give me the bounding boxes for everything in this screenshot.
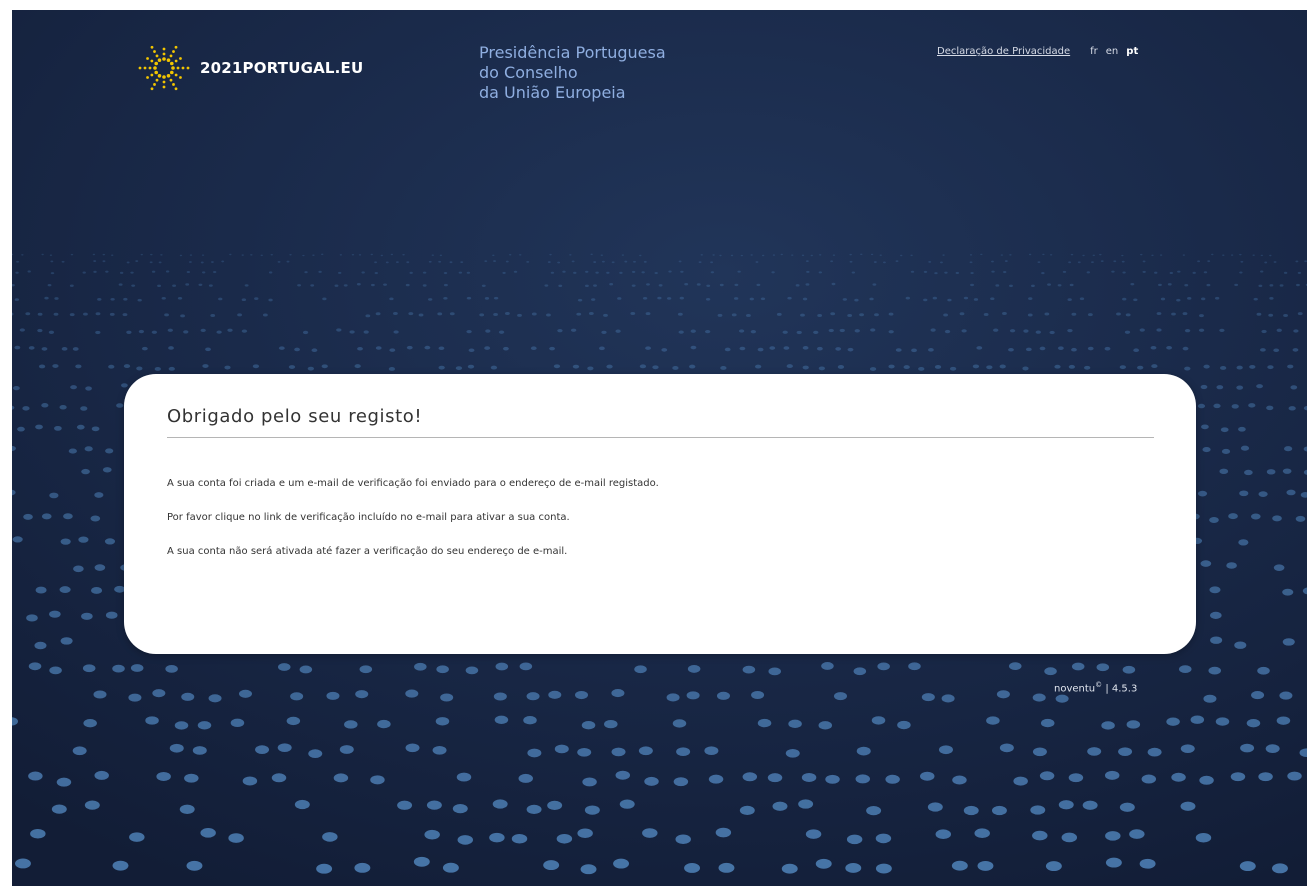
version-number: | 4.5.3 <box>1105 683 1138 695</box>
page-title: Obrigado pelo seu registo! <box>167 406 1154 438</box>
top-navigation: Declaração de Privacidade fr en pt <box>937 46 1138 57</box>
language-switcher: fr en pt <box>1090 46 1138 57</box>
presidency-line-3: da União Europeia <box>479 83 626 102</box>
sun-star-logo-icon <box>138 45 190 91</box>
version-footer: noventu© | 4.5.3 <box>1054 681 1137 694</box>
account-created-message: A sua conta foi criada e um e-mail de ve… <box>167 478 659 489</box>
privacy-link[interactable]: Declaração de Privacidade <box>937 46 1070 57</box>
verification-instruction: Por favor clique no link de verificação … <box>167 512 570 523</box>
logo-text: 2021PORTUGAL.EU <box>200 59 364 77</box>
presidency-line-2: do Conselho <box>479 63 578 82</box>
language-en[interactable]: en <box>1106 46 1119 57</box>
language-pt[interactable]: pt <box>1126 46 1138 57</box>
presidency-line-1: Presidência Portuguesa <box>479 43 666 62</box>
presidency-title: Presidência Portuguesa do Conselho da Un… <box>479 43 666 103</box>
language-fr[interactable]: fr <box>1090 46 1098 57</box>
copyright-mark: © <box>1095 681 1103 689</box>
site-logo[interactable]: 2021PORTUGAL.EU <box>134 38 363 98</box>
footer-brand: noventu <box>1054 683 1096 695</box>
registration-confirmation-card: Obrigado pelo seu registo! A sua conta f… <box>124 374 1196 654</box>
activation-notice: A sua conta não será ativada até fazer a… <box>167 546 568 557</box>
page-background: 2021PORTUGAL.EU Presidência Portuguesa d… <box>12 10 1307 886</box>
